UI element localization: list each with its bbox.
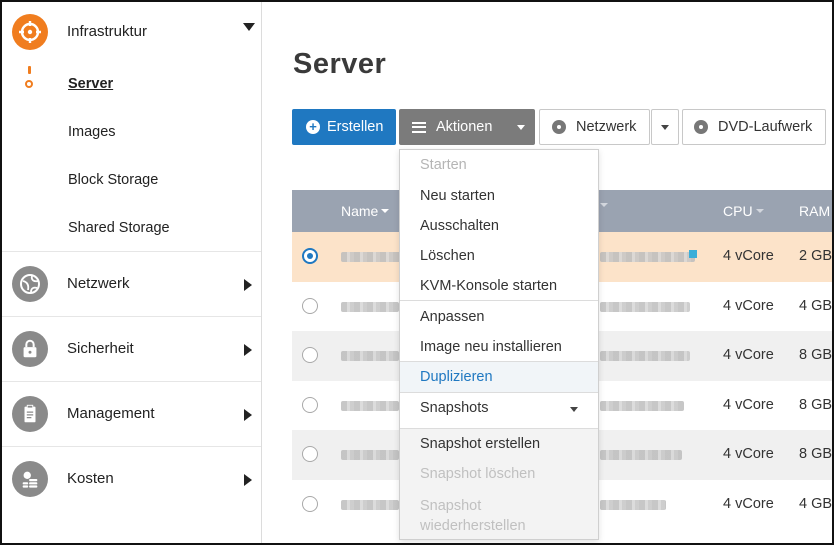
ram-cell: 4 GB — [799, 496, 833, 512]
sidebar-group-infrastruktur[interactable]: Infrastruktur — [0, 0, 261, 252]
chevron-down-icon — [243, 23, 255, 31]
clipboard-icon — [12, 396, 48, 432]
sidebar-group-netzwerk[interactable]: Netzwerk — [0, 252, 261, 317]
caret-down-icon — [516, 124, 525, 130]
redacted-mark — [689, 250, 697, 258]
ram-cell: 8 GB — [799, 347, 833, 363]
redacted-ip-address — [600, 450, 682, 460]
sidebar-group-sicherheit[interactable]: Sicherheit — [0, 317, 261, 382]
create-button-label: Erstellen — [327, 119, 384, 135]
menu-item-anpassen[interactable]: Anpassen — [400, 309, 598, 325]
redacted-ip-address — [600, 351, 690, 361]
actions-button-label: Aktionen — [436, 119, 493, 135]
network-button[interactable]: Netzwerk — [539, 109, 650, 145]
ram-cell: 8 GB — [799, 446, 833, 462]
menu-divider — [400, 392, 598, 393]
redacted-ip-address — [600, 252, 695, 262]
cpu-cell: 4 vCore — [723, 248, 774, 264]
network-dropdown-toggle[interactable] — [651, 109, 679, 145]
ram-cell: 4 GB — [799, 298, 833, 314]
column-header-name[interactable]: Name — [341, 203, 390, 219]
cpu-cell: 4 vCore — [723, 496, 774, 512]
menu-item-snapshots[interactable]: Snapshots — [400, 400, 598, 416]
caret-down-icon — [570, 407, 578, 412]
redacted-ip-address — [600, 302, 690, 312]
menu-item-ausschalten[interactable]: Ausschalten — [400, 218, 598, 234]
menu-item-neu-starten[interactable]: Neu starten — [400, 188, 598, 204]
menu-item-starten[interactable]: Starten — [400, 157, 598, 187]
row-select-radio[interactable] — [302, 298, 318, 314]
coins-icon — [12, 461, 48, 497]
sidebar-group-label: Management — [67, 405, 155, 422]
lock-icon — [12, 331, 48, 367]
menu-item-duplizieren[interactable]: Duplizieren — [400, 362, 598, 392]
cpu-cell: 4 vCore — [723, 446, 774, 462]
menu-item-snapshot-wiederherstellen[interactable]: Snapshot wiederherstellen — [400, 496, 550, 536]
redacted-server-name — [341, 351, 399, 361]
chevron-right-icon — [244, 344, 252, 356]
row-select-radio[interactable] — [302, 248, 318, 264]
plus-circle-icon: + — [306, 120, 320, 134]
caret-down-icon — [661, 124, 669, 130]
menu-divider — [400, 300, 598, 301]
chevron-right-icon — [244, 279, 252, 291]
redacted-server-name — [341, 252, 401, 262]
sidebar-group-label: Infrastruktur — [67, 23, 148, 40]
redacted-server-name — [341, 450, 399, 460]
dvd-drive-button[interactable]: DVD-Laufwerk — [682, 109, 826, 145]
sidebar: Infrastruktur Server Images Block Storag… — [0, 0, 262, 545]
redacted-server-name — [341, 500, 399, 510]
row-select-radio[interactable] — [302, 446, 318, 462]
chevron-right-icon — [244, 409, 252, 421]
sort-caret-icon — [600, 203, 608, 207]
network-icon — [552, 120, 566, 134]
network-button-label: Netzwerk — [576, 119, 637, 135]
sidebar-group-label: Kosten — [67, 470, 114, 487]
infrastructure-icon — [12, 14, 48, 50]
sidebar-item-images[interactable]: Images — [68, 124, 116, 140]
column-header-ram[interactable]: RAM — [799, 203, 830, 219]
cpu-cell: 4 vCore — [723, 298, 774, 314]
chevron-right-icon — [244, 474, 252, 486]
page-title: Server — [293, 48, 387, 80]
list-icon — [412, 121, 426, 133]
row-select-radio[interactable] — [302, 397, 318, 413]
menu-item-snapshot-loeschen[interactable]: Snapshot löschen — [400, 466, 598, 482]
actions-dropdown-menu: Starten Neu starten Ausschalten Löschen … — [399, 149, 599, 540]
ram-cell: 8 GB — [799, 397, 833, 413]
redacted-server-name — [341, 401, 399, 411]
ram-cell: 2 GB — [799, 248, 833, 264]
dvd-button-label: DVD-Laufwerk — [718, 119, 813, 135]
sidebar-group-management[interactable]: Management — [0, 382, 261, 447]
redacted-ip-address — [600, 500, 666, 510]
redacted-ip-address — [600, 401, 684, 411]
cpu-cell: 4 vCore — [723, 347, 774, 363]
actions-dropdown-button[interactable]: Aktionen — [399, 109, 535, 145]
menu-item-snapshot-erstellen[interactable]: Snapshot erstellen — [400, 436, 598, 452]
row-select-radio[interactable] — [302, 496, 318, 512]
menu-item-loeschen[interactable]: Löschen — [400, 248, 598, 264]
location-pin-icon — [28, 66, 31, 74]
sidebar-item-server[interactable]: Server — [68, 76, 113, 92]
redacted-server-name — [341, 302, 399, 312]
active-item-indicator-icon — [25, 80, 33, 88]
create-button[interactable]: + Erstellen — [292, 109, 396, 145]
sidebar-item-shared-storage[interactable]: Shared Storage — [68, 220, 170, 236]
menu-item-kvm-konsole[interactable]: KVM-Konsole starten — [400, 278, 598, 294]
sidebar-group-kosten[interactable]: Kosten — [0, 447, 261, 512]
sidebar-item-block-storage[interactable]: Block Storage — [68, 172, 158, 188]
disc-icon — [694, 120, 708, 134]
sidebar-group-label: Sicherheit — [67, 340, 134, 357]
sort-caret-icon — [755, 209, 764, 213]
network-globe-icon — [12, 266, 48, 302]
cpu-cell: 4 vCore — [723, 397, 774, 413]
menu-item-image-neu-installieren[interactable]: Image neu installieren — [400, 339, 598, 355]
actions-toggle[interactable] — [506, 109, 535, 145]
sort-caret-icon — [381, 209, 390, 213]
sidebar-group-label: Netzwerk — [67, 275, 130, 292]
row-select-radio[interactable] — [302, 347, 318, 363]
column-header-cpu[interactable]: CPU — [723, 203, 764, 219]
